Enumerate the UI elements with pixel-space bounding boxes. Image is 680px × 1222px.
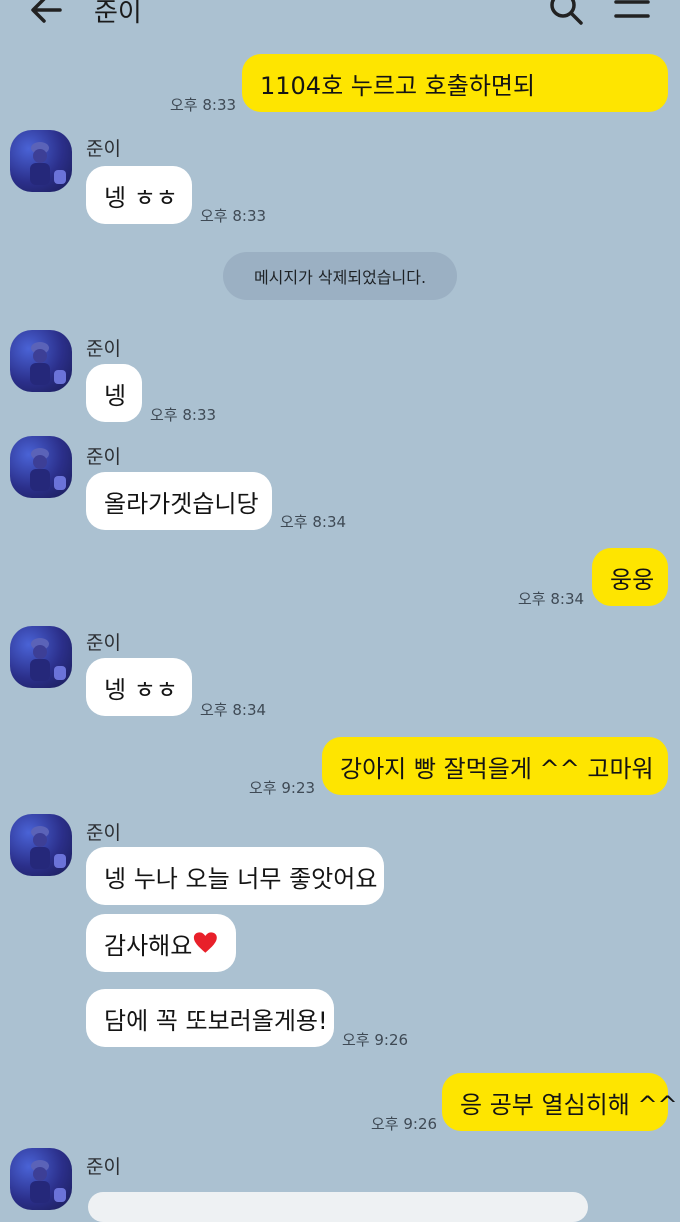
- system-message-text: 메시지가 삭제되었습니다.: [253, 268, 427, 287]
- message-time: 오후 9:26: [342, 1031, 409, 1049]
- message-text: 넹 ㅎㅎ: [104, 183, 178, 212]
- message-time: 오후 8:33: [200, 207, 267, 225]
- my-message-bubble[interactable]: 강아지 빵 잘먹을게 ^^ 고마워: [322, 737, 668, 795]
- my-message-bubble[interactable]: 1104호 누르고 호출하면되: [242, 54, 668, 112]
- sender-name: 준이: [86, 1156, 121, 1178]
- back-button[interactable]: [26, 0, 70, 32]
- menu-icon: [614, 0, 650, 18]
- avatar-photo-icon: [30, 342, 66, 385]
- search-icon: [550, 0, 583, 25]
- sender-name: 준이: [86, 338, 121, 360]
- their-message-bubble[interactable]: 넹 ㅎㅎ: [86, 658, 192, 716]
- their-message-bubble[interactable]: 넹: [86, 364, 142, 422]
- chat-header: 준이: [0, 0, 680, 42]
- avatar-photo-icon: [30, 1160, 66, 1203]
- message-time: 오후 8:34: [280, 513, 347, 531]
- avatar[interactable]: [10, 814, 72, 876]
- message-text: 감사해요: [104, 931, 193, 960]
- their-message-bubble[interactable]: 넹 누나 오늘 너무 좋앗어요: [86, 847, 384, 905]
- avatar[interactable]: [10, 626, 72, 688]
- message-text: 1104호 누르고 호출하면되: [260, 71, 536, 100]
- sender-name: 준이: [86, 822, 121, 844]
- message-time: 오후 9:23: [249, 779, 316, 797]
- sender-name: 준이: [86, 446, 121, 468]
- their-message-bubble[interactable]: 감사해요: [86, 914, 236, 972]
- avatar-photo-icon: [30, 826, 66, 869]
- message-text: 강아지 빵 잘먹을게 ^^ 고마워: [340, 754, 654, 783]
- message-time: 오후 9:26: [371, 1115, 438, 1133]
- their-message-bubble[interactable]: 담에 꼭 또보러올게용!: [86, 989, 334, 1047]
- their-message-bubble[interactable]: 넹 ㅎㅎ: [86, 166, 192, 224]
- message-text: 담에 꼭 또보러올게용!: [104, 1006, 328, 1035]
- partial-bubble: [88, 1192, 588, 1222]
- their-message-bubble[interactable]: 올라가겟습니당: [86, 472, 272, 530]
- my-message-bubble[interactable]: 응 공부 열심히해 ^^: [442, 1073, 678, 1131]
- avatar[interactable]: [10, 436, 72, 498]
- avatar[interactable]: [10, 130, 72, 192]
- search-button[interactable]: [544, 0, 588, 30]
- system-message: 메시지가 삭제되었습니다.: [223, 252, 457, 300]
- chat-title: 준이: [94, 0, 142, 28]
- message-time: 오후 8:34: [200, 701, 267, 719]
- menu-button[interactable]: [610, 0, 654, 30]
- message-time: 오후 8:33: [150, 406, 217, 424]
- message-text: 넹 누나 오늘 너무 좋앗어요: [104, 864, 378, 893]
- message-text: 넹 ㅎㅎ: [104, 675, 178, 704]
- avatar-photo-icon: [30, 142, 66, 185]
- message-time: 오후 8:33: [170, 96, 237, 114]
- message-text: 올라가겟습니당: [104, 489, 259, 518]
- message-text: 응 공부 열심히해 ^^: [460, 1090, 678, 1119]
- sender-name: 준이: [86, 632, 121, 654]
- avatar-photo-icon: [30, 638, 66, 681]
- avatar[interactable]: [10, 330, 72, 392]
- message-text: 넹: [104, 381, 127, 410]
- message-time: 오후 8:34: [518, 590, 585, 608]
- avatar[interactable]: [10, 1148, 72, 1210]
- sender-name: 준이: [86, 138, 121, 160]
- back-arrow-icon: [31, 0, 62, 23]
- avatar-photo-icon: [30, 448, 66, 491]
- heart-icon: [194, 932, 218, 953]
- my-message-bubble[interactable]: 웅웅: [592, 548, 668, 606]
- message-text: 웅웅: [610, 565, 655, 594]
